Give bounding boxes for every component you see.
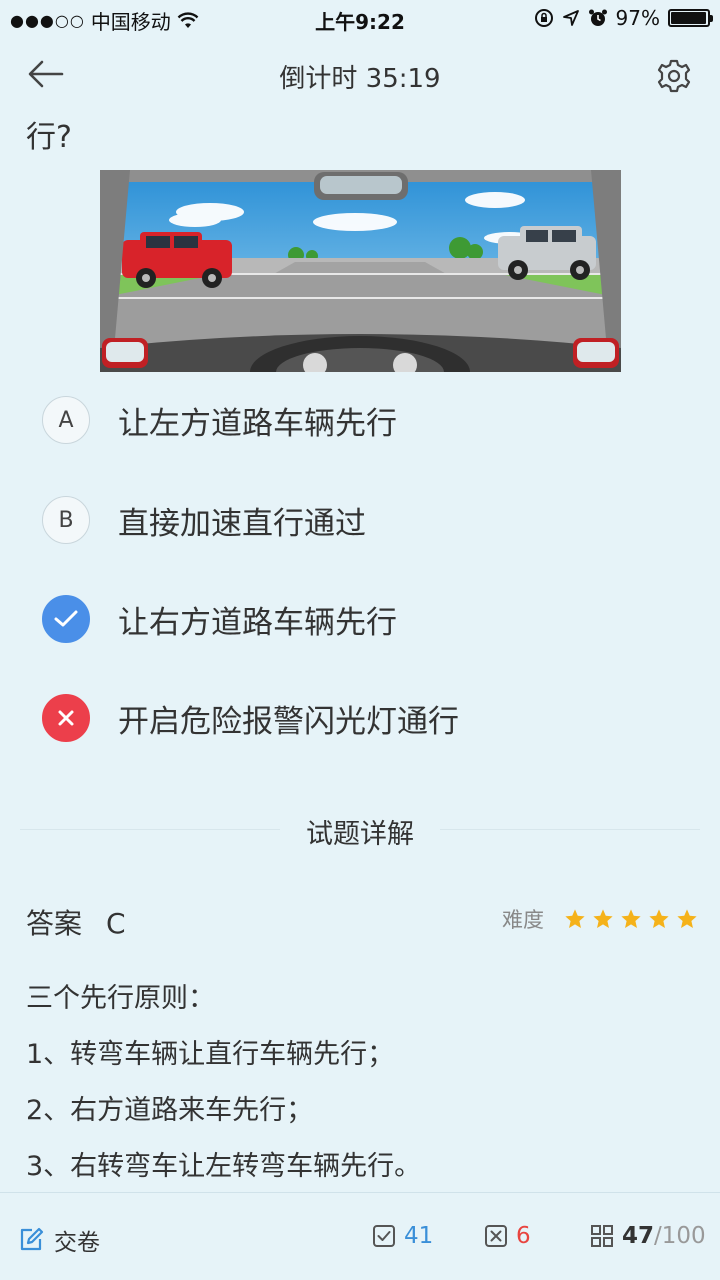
difficulty-label: 难度	[502, 908, 544, 932]
difficulty-rating: 难度	[502, 904, 698, 934]
explanation-line: 2、右方道路来车先行；	[26, 1095, 314, 1126]
battery-fill	[671, 12, 706, 24]
status-bar: ●●●○○ 中国移动 上午9:22 97%	[0, 0, 720, 38]
progress-current: 47	[622, 1223, 655, 1249]
correct-count: 41	[404, 1223, 434, 1249]
battery-icon	[668, 9, 713, 27]
question-text: 行?	[26, 120, 72, 155]
detail-section-title: 试题详解	[280, 812, 440, 851]
difficulty-stars	[558, 908, 698, 930]
edit-icon	[20, 1227, 44, 1251]
wrong-x-icon	[42, 694, 90, 742]
option-c[interactable]: 让右方道路车辆先行	[42, 594, 397, 644]
check-box-icon	[373, 1225, 395, 1247]
answer-row: 答案 C	[26, 902, 126, 942]
option-b-text: 直接加速直行通过	[118, 505, 366, 542]
wrong-count: 6	[516, 1223, 531, 1249]
explanation-line: 3、右转弯车让左转弯车辆先行。	[26, 1151, 422, 1182]
progress-counter[interactable]: 47/100	[590, 1223, 706, 1249]
answer-value: C	[106, 907, 126, 940]
battery-percent: 97%	[615, 6, 660, 30]
explanation-line: 1、转弯车辆让直行车辆先行；	[26, 1039, 395, 1070]
option-a-badge: A	[42, 396, 90, 444]
option-a-text: 让左方道路车辆先行	[118, 405, 397, 442]
option-b-badge: B	[42, 496, 90, 544]
star-icon	[621, 909, 641, 928]
option-c-text: 让右方道路车辆先行	[118, 604, 397, 641]
question-image	[100, 170, 621, 372]
star-icon	[649, 909, 669, 928]
progress-total: /100	[654, 1223, 706, 1249]
x-box-icon	[485, 1225, 507, 1247]
wrong-counter[interactable]: 6	[484, 1223, 531, 1249]
star-icon	[677, 909, 697, 928]
submit-button[interactable]: 交卷	[18, 1223, 100, 1257]
star-icon	[565, 909, 585, 928]
answer-label: 答案	[26, 907, 83, 940]
nav-bar: 倒计时 35:19	[0, 38, 720, 110]
countdown-title: 倒计时 35:19	[279, 64, 441, 94]
option-d-text: 开启危险报警闪光灯通行	[118, 703, 459, 740]
star-icon	[593, 909, 613, 928]
option-b[interactable]: B 直接加速直行通过	[42, 495, 366, 545]
location-icon	[562, 10, 579, 26]
bottom-bar: 交卷 41 6 47/100	[0, 1192, 720, 1280]
grid-icon	[591, 1225, 613, 1247]
option-d[interactable]: 开启危险报警闪光灯通行	[42, 693, 459, 743]
gear-icon[interactable]	[656, 58, 692, 94]
option-a[interactable]: A 让左方道路车辆先行	[42, 395, 397, 445]
correct-check-icon	[42, 595, 90, 643]
correct-counter[interactable]: 41	[372, 1223, 433, 1249]
alarm-icon	[588, 9, 607, 26]
rotation-lock-icon	[534, 9, 553, 27]
submit-label: 交卷	[54, 1230, 100, 1256]
explanation-line: 三个先行原则：	[26, 983, 215, 1014]
